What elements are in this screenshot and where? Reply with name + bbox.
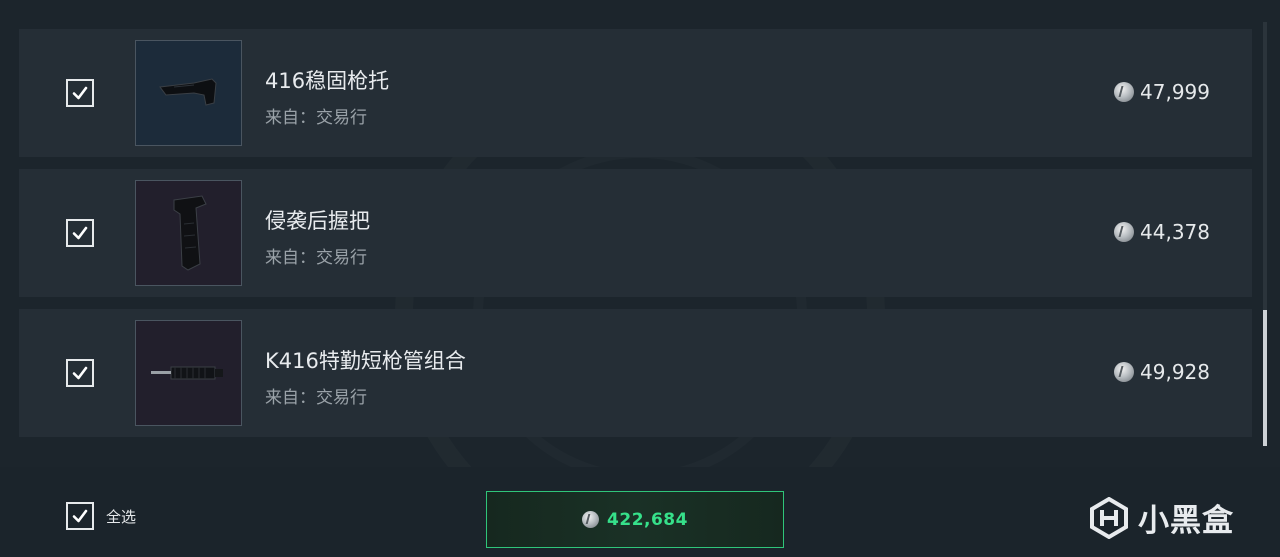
coin-icon [582, 511, 600, 528]
item-source: 来自：交易行 [265, 108, 367, 128]
coin-icon [1114, 222, 1135, 242]
check-icon [72, 226, 88, 240]
price-value: 44,378 [1140, 220, 1210, 244]
total-button[interactable]: 422,684 [486, 491, 784, 548]
coin-icon [1114, 82, 1135, 102]
item-price: 49,928 [1114, 360, 1210, 384]
select-all-checkbox[interactable] [66, 502, 94, 530]
watermark: 小黑盒 [1088, 495, 1234, 540]
check-icon [72, 86, 88, 100]
scrollbar-thumb[interactable] [1263, 310, 1267, 446]
list-item[interactable]: 416稳固枪托 来自：交易行 47,999 [19, 29, 1252, 157]
item-name: K416特勤短枪管组合 [265, 349, 466, 373]
short-barrel-icon [150, 366, 223, 380]
select-all[interactable]: 全选 [66, 502, 136, 530]
select-all-label: 全选 [106, 507, 137, 526]
rifle-stock-icon [158, 78, 217, 106]
list-item[interactable]: K416特勤短枪管组合 来自：交易行 49,928 [19, 309, 1252, 437]
scrollbar[interactable] [1263, 22, 1267, 446]
item-thumbnail [135, 180, 242, 286]
watermark-text: 小黑盒 [1138, 503, 1234, 539]
item-thumbnail [135, 320, 242, 426]
bottom-bar: 全选 422,684 小黑盒 [0, 467, 1280, 557]
item-name: 416稳固枪托 [265, 69, 390, 93]
check-icon [72, 509, 88, 523]
xiaoheihe-logo-icon [1090, 496, 1128, 539]
pistol-grip-icon [173, 195, 207, 271]
check-icon [72, 366, 88, 380]
item-price: 44,378 [1114, 220, 1210, 244]
item-source: 来自：交易行 [265, 248, 367, 268]
item-source: 来自：交易行 [265, 388, 367, 408]
item-price: 47,999 [1114, 80, 1210, 104]
price-value: 47,999 [1140, 80, 1210, 104]
list-item[interactable]: 侵袭后握把 来自：交易行 44,378 [19, 169, 1252, 297]
item-thumbnail [135, 40, 242, 146]
item-name: 侵袭后握把 [265, 209, 370, 233]
coin-icon [1114, 362, 1135, 382]
item-checkbox[interactable] [66, 219, 94, 247]
item-checkbox[interactable] [66, 79, 94, 107]
total-value: 422,684 [607, 509, 688, 530]
price-value: 49,928 [1140, 360, 1210, 384]
item-checkbox[interactable] [66, 359, 94, 387]
